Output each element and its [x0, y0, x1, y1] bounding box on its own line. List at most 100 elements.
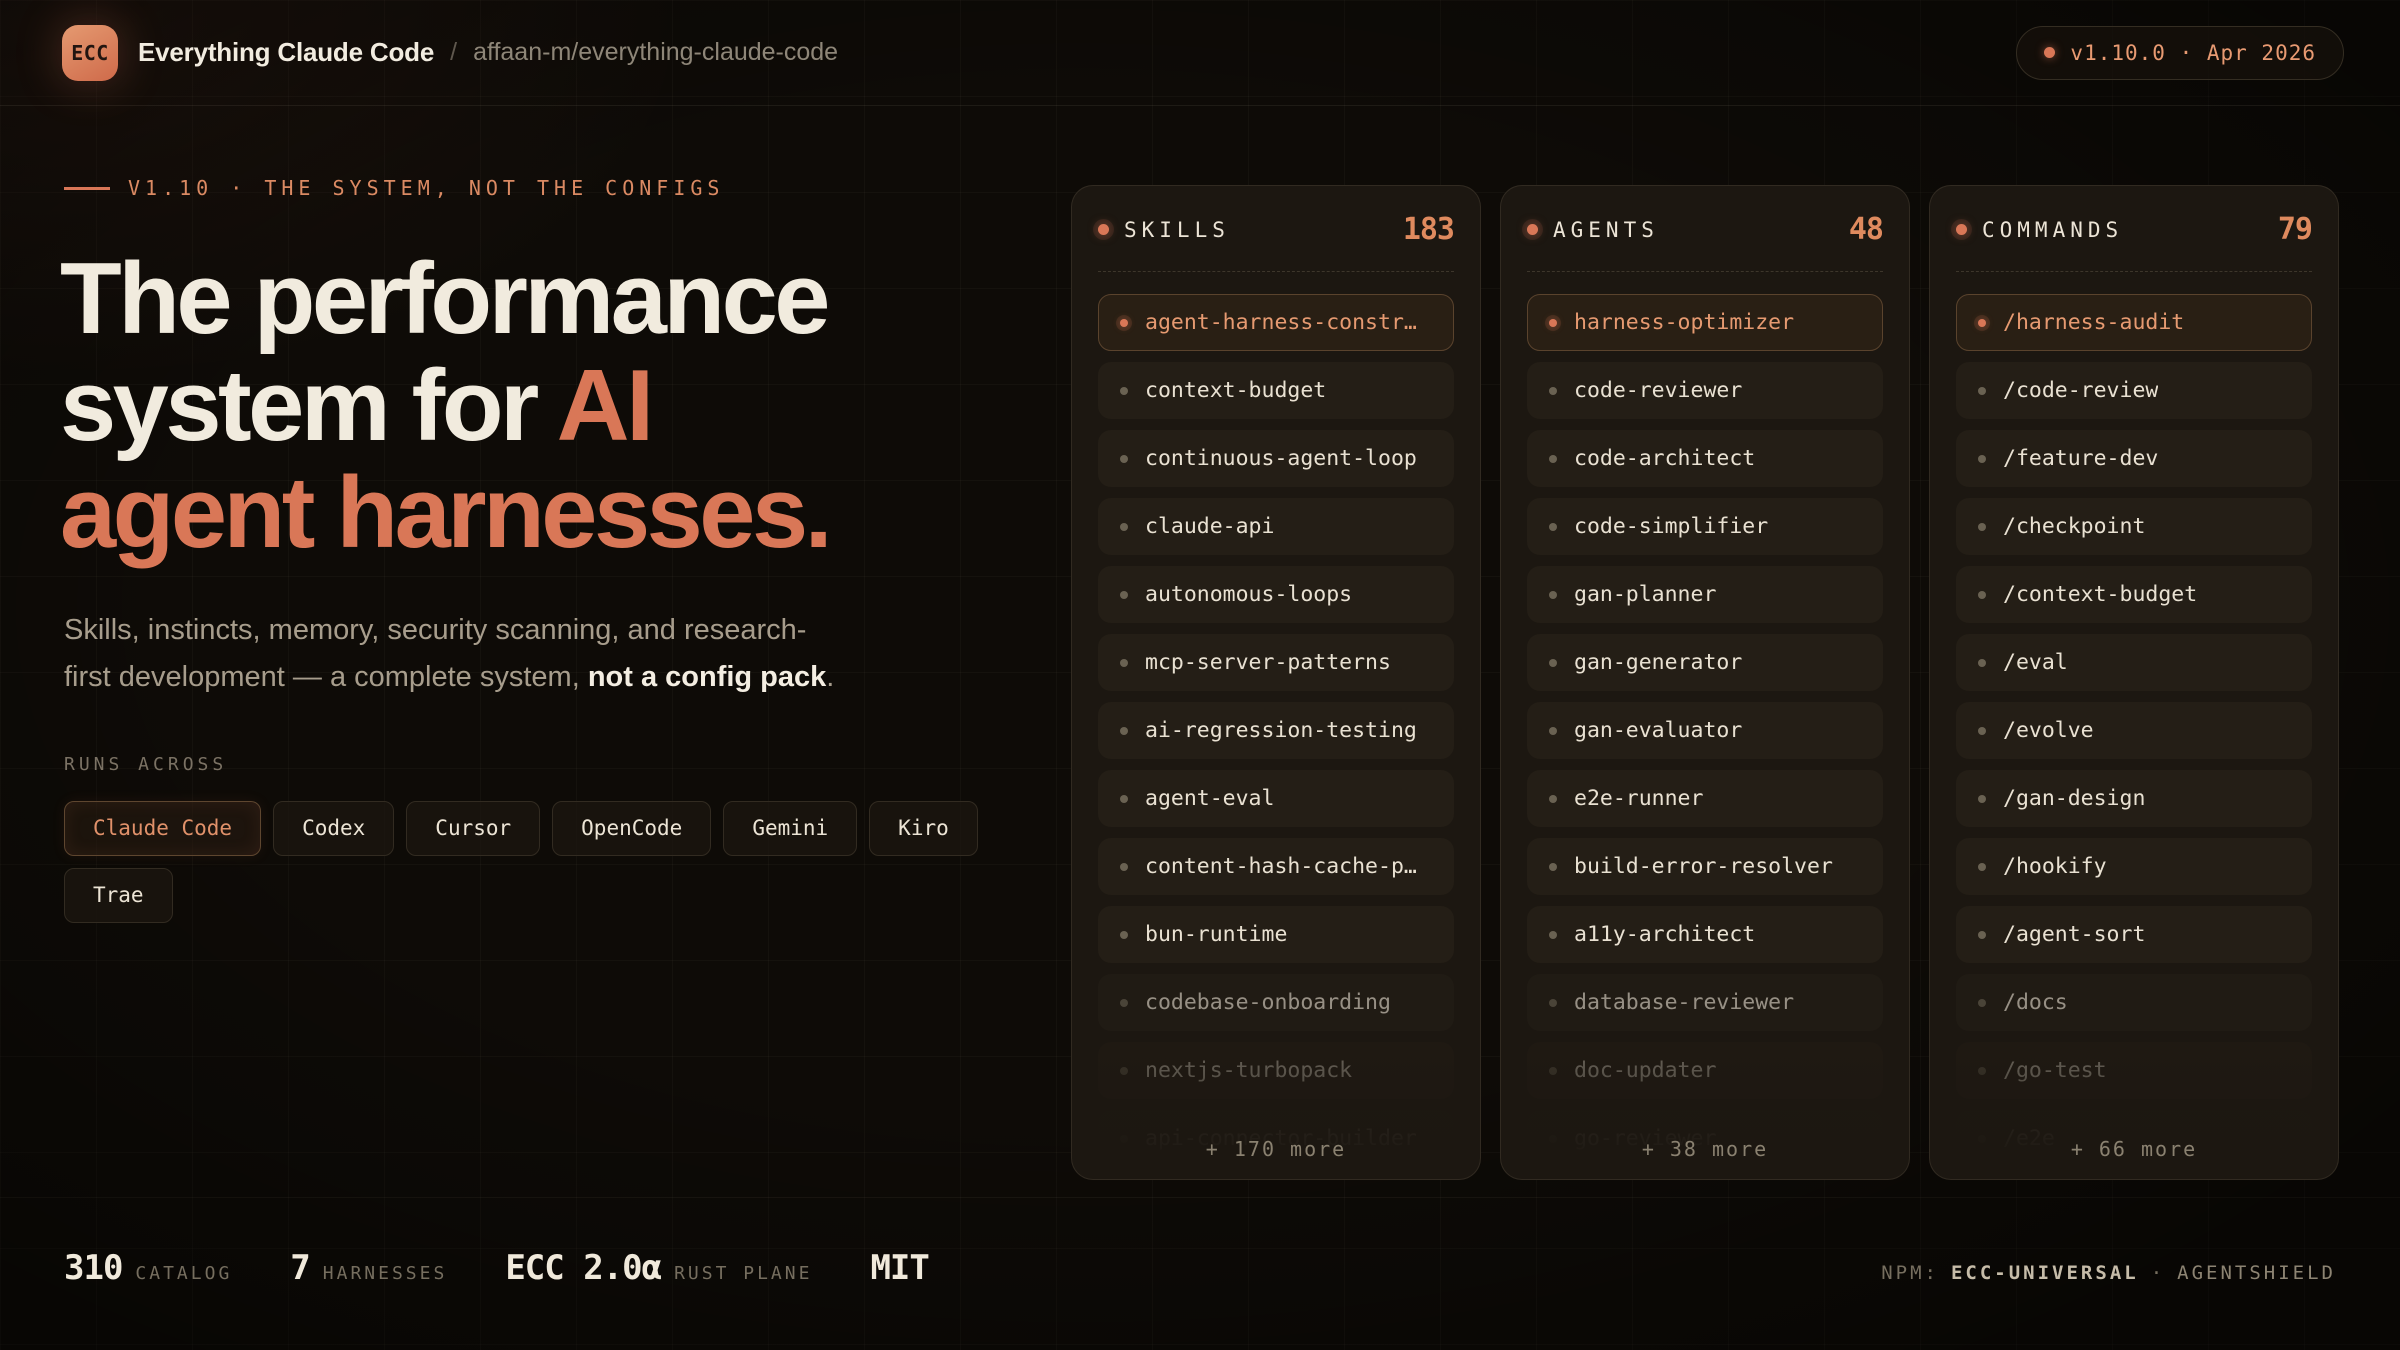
agent-label: code-simplifier	[1574, 514, 1768, 539]
skill-list-item[interactable]: bun-runtime	[1098, 906, 1454, 963]
skill-label: autonomous-loops	[1145, 582, 1352, 607]
skill-list-item[interactable]: context-budget	[1098, 362, 1454, 419]
agent-list-item[interactable]: code-reviewer	[1527, 362, 1883, 419]
bullet-dot-icon	[1978, 863, 1986, 871]
commands-card: COMMANDS 79 /harness-audit /code-review	[1929, 185, 2339, 1180]
skill-list-item[interactable]: codebase-onboarding	[1098, 974, 1454, 1031]
bullet-dot-icon	[1120, 999, 1128, 1007]
skills-list: agent-harness-constr… context-budget con…	[1098, 294, 1454, 1167]
command-list-item[interactable]: /eval	[1956, 634, 2312, 691]
agent-list-item[interactable]: code-simplifier	[1527, 498, 1883, 555]
command-list-item[interactable]: /hookify	[1956, 838, 2312, 895]
command-label: /hookify	[2003, 854, 2107, 879]
skill-label: agent-eval	[1145, 786, 1274, 811]
dashed-divider	[1098, 271, 1454, 272]
bullet-dot-icon	[1549, 455, 1557, 463]
bullet-dot-icon	[1120, 863, 1128, 871]
agent-label: gan-evaluator	[1574, 718, 1742, 743]
agent-list-item[interactable]: doc-updater	[1527, 1042, 1883, 1099]
skill-list-item[interactable]: autonomous-loops	[1098, 566, 1454, 623]
command-list-item[interactable]: /gan-design	[1956, 770, 2312, 827]
bullet-dot-icon	[1549, 319, 1557, 327]
agent-list-item[interactable]: code-architect	[1527, 430, 1883, 487]
bullet-dot-icon	[1120, 727, 1128, 735]
agent-list-item[interactable]: build-error-resolver	[1527, 838, 1883, 895]
bullet-dot-icon	[1120, 319, 1128, 327]
bullet-dot-icon	[1978, 931, 1986, 939]
agent-label: e2e-runner	[1574, 786, 1703, 811]
landing-page: ECC Everything Claude Code / affaan-m/ev…	[0, 0, 2400, 1350]
breadcrumb: Everything Claude Code / affaan-m/everyt…	[138, 37, 838, 68]
agent-list-item[interactable]: gan-generator	[1527, 634, 1883, 691]
agents-card-title: AGENTS	[1553, 218, 1659, 242]
harness-chip[interactable]: Gemini	[723, 801, 857, 856]
agent-list-item[interactable]: gan-planner	[1527, 566, 1883, 623]
stat-value: 310	[64, 1248, 122, 1288]
harness-chip[interactable]: Claude Code	[64, 801, 261, 856]
skill-label: content-hash-cache-p…	[1145, 854, 1417, 879]
stat-label: RUST PLANE	[674, 1263, 812, 1284]
skill-label: context-budget	[1145, 378, 1326, 403]
command-list-item[interactable]: /docs	[1956, 974, 2312, 1031]
harness-chip[interactable]: OpenCode	[552, 801, 711, 856]
version-badge[interactable]: v1.10.0 · Apr 2026	[2016, 26, 2344, 80]
harness-chip[interactable]: Trae	[64, 868, 173, 923]
stat-group: 310 CATALOG	[64, 1248, 232, 1288]
page-title: The performance system for AI agent harn…	[60, 246, 984, 567]
agent-label: database-reviewer	[1574, 990, 1794, 1015]
bullet-dot-icon	[1549, 999, 1557, 1007]
headline-line1: The performance	[60, 243, 827, 355]
commands-more-label[interactable]: + 66 more	[1930, 1137, 2338, 1161]
agents-card-header: AGENTS 48	[1527, 212, 1883, 247]
harness-chip[interactable]: Codex	[273, 801, 394, 856]
bullet-dot-icon	[1120, 523, 1128, 531]
command-list-item[interactable]: /code-review	[1956, 362, 2312, 419]
bullet-dot-icon	[1549, 863, 1557, 871]
harness-chip[interactable]: Kiro	[869, 801, 978, 856]
skill-label: bun-runtime	[1145, 922, 1287, 947]
command-label: /checkpoint	[2003, 514, 2145, 539]
skill-list-item[interactable]: content-hash-cache-p…	[1098, 838, 1454, 895]
skill-list-item[interactable]: mcp-server-patterns	[1098, 634, 1454, 691]
bullet-dot-icon	[1549, 659, 1557, 667]
command-list-item[interactable]: /evolve	[1956, 702, 2312, 759]
command-label: /gan-design	[2003, 786, 2145, 811]
agent-list-item[interactable]: harness-optimizer	[1527, 294, 1883, 351]
app-title: Everything Claude Code	[138, 37, 434, 68]
command-list-item[interactable]: /checkpoint	[1956, 498, 2312, 555]
runs-across-label: RUNS ACROSS	[64, 754, 984, 775]
skill-list-item[interactable]: nextjs-turbopack	[1098, 1042, 1454, 1099]
bullet-dot-icon	[1978, 1067, 1986, 1075]
subtitle-bold: not a config pack	[588, 661, 826, 693]
command-list-item[interactable]: /harness-audit	[1956, 294, 2312, 351]
stat-value: 7	[290, 1248, 309, 1288]
command-label: /code-review	[2003, 378, 2158, 403]
skill-list-item[interactable]: agent-harness-constr…	[1098, 294, 1454, 351]
skill-list-item[interactable]: claude-api	[1098, 498, 1454, 555]
agent-list-item[interactable]: database-reviewer	[1527, 974, 1883, 1031]
bullet-dot-icon	[1549, 523, 1557, 531]
skill-list-item[interactable]: agent-eval	[1098, 770, 1454, 827]
agent-label: gan-generator	[1574, 650, 1742, 675]
ecc-logo[interactable]: ECC	[62, 25, 118, 81]
agent-list-item[interactable]: gan-evaluator	[1527, 702, 1883, 759]
bullet-dot-icon	[1978, 591, 1986, 599]
agents-more-label[interactable]: + 38 more	[1501, 1137, 1909, 1161]
agent-list-item[interactable]: a11y-architect	[1527, 906, 1883, 963]
command-list-item[interactable]: /go-test	[1956, 1042, 2312, 1099]
bullet-dot-icon	[1978, 523, 1986, 531]
harness-chip[interactable]: Cursor	[406, 801, 540, 856]
skill-list-item[interactable]: ai-regression-testing	[1098, 702, 1454, 759]
agent-label: build-error-resolver	[1574, 854, 1833, 879]
skills-more-label[interactable]: + 170 more	[1072, 1137, 1480, 1161]
commands-list: /harness-audit /code-review /feature-dev	[1956, 294, 2312, 1167]
skill-list-item[interactable]: continuous-agent-loop	[1098, 430, 1454, 487]
command-label: /feature-dev	[2003, 446, 2158, 471]
command-list-item[interactable]: /feature-dev	[1956, 430, 2312, 487]
command-list-item[interactable]: /context-budget	[1956, 566, 2312, 623]
skill-label: agent-harness-constr…	[1145, 310, 1417, 335]
repo-link[interactable]: affaan-m/everything-claude-code	[473, 38, 838, 67]
agent-list-item[interactable]: e2e-runner	[1527, 770, 1883, 827]
command-list-item[interactable]: /agent-sort	[1956, 906, 2312, 963]
version-text: v1.10.0 · Apr 2026	[2070, 41, 2316, 65]
